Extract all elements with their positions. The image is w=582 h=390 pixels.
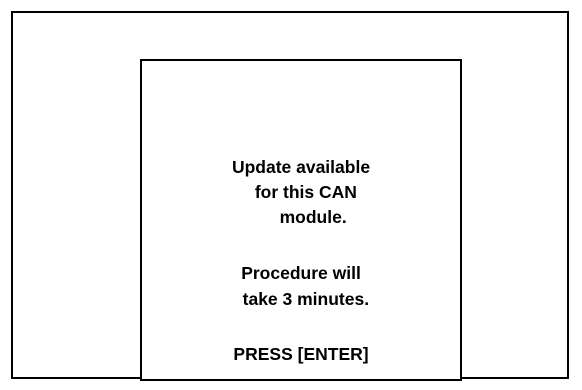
message-line-5: take 3 minutes. (232, 289, 370, 309)
display-screen: Update available for this CAN module. Pr… (11, 11, 569, 381)
update-dialog: Update available for this CAN module. Pr… (140, 59, 462, 381)
message-line-2: for this CAN (245, 182, 357, 202)
message-line-1: Update available (231, 157, 371, 177)
press-enter-prompt[interactable]: PRESS [ENTER] (142, 344, 460, 364)
message-line-3: module. (255, 207, 347, 227)
message-line-4: Procedure will (241, 263, 361, 283)
